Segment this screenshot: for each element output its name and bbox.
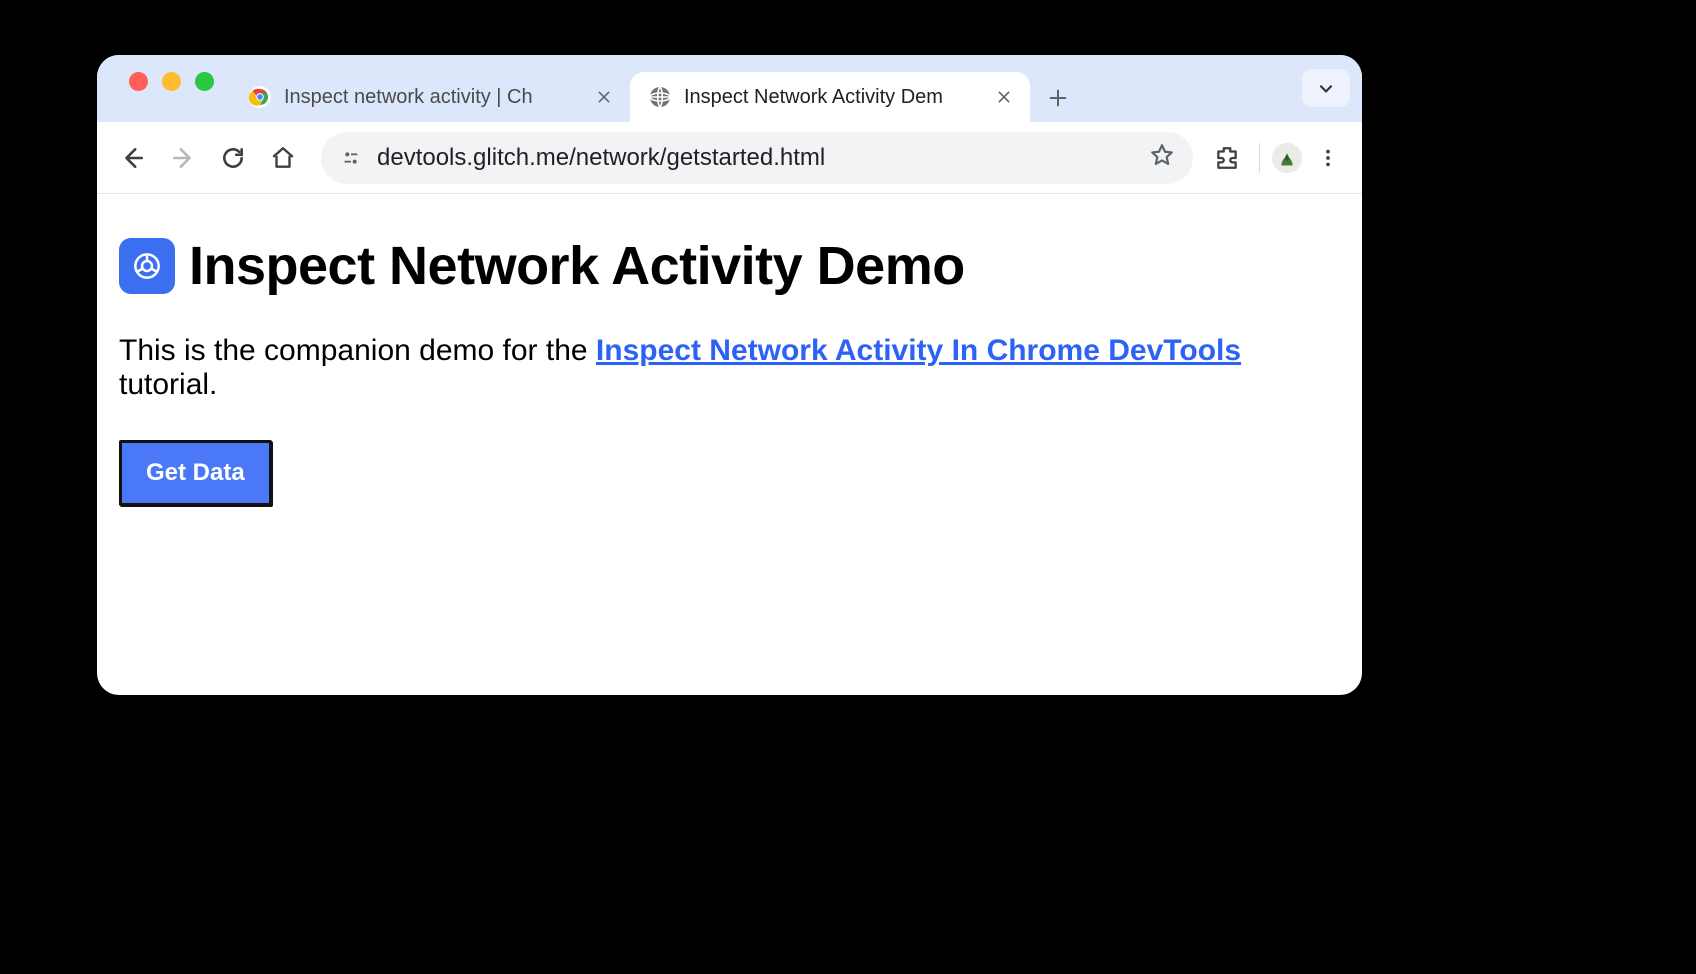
site-settings-icon[interactable]	[339, 146, 363, 170]
maximize-window-button[interactable]	[195, 72, 214, 91]
page-heading-row: Inspect Network Activity Demo	[119, 238, 1340, 294]
home-button[interactable]	[261, 136, 305, 180]
desc-text-after: tutorial.	[119, 368, 217, 401]
url-text: devtools.glitch.me/network/getstarted.ht…	[377, 144, 1135, 172]
toolbar: devtools.glitch.me/network/getstarted.ht…	[97, 122, 1362, 194]
chrome-favicon-icon	[248, 85, 272, 109]
get-data-button[interactable]: Get Data	[119, 440, 272, 506]
tab-inactive[interactable]: Inspect network activity | Ch	[230, 72, 630, 122]
globe-favicon-icon	[648, 85, 672, 109]
page-content: Inspect Network Activity Demo This is th…	[97, 194, 1362, 550]
bookmark-star-icon[interactable]	[1149, 142, 1175, 173]
tab-active[interactable]: Inspect Network Activity Dem	[630, 72, 1030, 122]
page-title: Inspect Network Activity Demo	[189, 239, 965, 293]
minimize-window-button[interactable]	[162, 72, 181, 91]
page-description: This is the companion demo for the Inspe…	[119, 334, 1340, 402]
browser-window: Inspect network activity | Ch Inspect Ne…	[97, 55, 1362, 695]
close-window-button[interactable]	[129, 72, 148, 91]
extensions-button[interactable]	[1207, 138, 1247, 178]
tab-title: Inspect network activity | Ch	[284, 86, 580, 109]
reload-button[interactable]	[211, 136, 255, 180]
back-button[interactable]	[111, 136, 155, 180]
chrome-menu-button[interactable]	[1308, 138, 1348, 178]
tab-close-button[interactable]	[592, 85, 616, 109]
address-bar[interactable]: devtools.glitch.me/network/getstarted.ht…	[321, 132, 1193, 184]
tutorial-link[interactable]: Inspect Network Activity In Chrome DevTo…	[596, 334, 1241, 367]
tab-overflow-button[interactable]	[1302, 69, 1350, 107]
new-tab-button[interactable]	[1038, 78, 1078, 118]
forward-button[interactable]	[161, 136, 205, 180]
tab-title: Inspect Network Activity Dem	[684, 86, 980, 109]
window-controls	[105, 72, 230, 111]
page-logo-icon	[119, 238, 175, 294]
profile-avatar[interactable]	[1272, 143, 1302, 173]
tab-close-button[interactable]	[992, 85, 1016, 109]
desc-text-before: This is the companion demo for the	[119, 334, 596, 367]
toolbar-divider	[1259, 143, 1260, 173]
tab-strip: Inspect network activity | Ch Inspect Ne…	[97, 55, 1362, 122]
